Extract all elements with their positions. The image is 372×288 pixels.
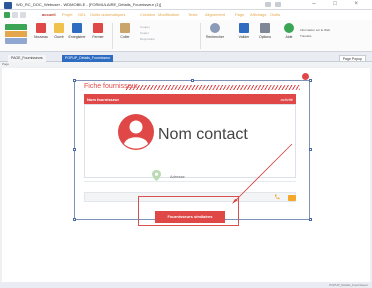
page-label: Page — [2, 62, 10, 66]
tab-projet[interactable]: Projet — [62, 12, 72, 17]
search-icon — [210, 23, 220, 33]
title-hatch-decoration — [126, 85, 300, 90]
activity-label: activité — [280, 97, 293, 102]
mail-icon[interactable] — [288, 195, 296, 201]
tab-page[interactable]: Page — [235, 12, 244, 17]
doc-tab-page-fournisseurs[interactable]: PAGE_Fournisseurs — [8, 55, 46, 62]
resize-handle[interactable] — [309, 148, 312, 151]
page-properties-dropdown[interactable]: Page Popup — [338, 55, 366, 62]
resize-handle[interactable] — [73, 79, 76, 82]
open-label: Ouvrir — [54, 35, 64, 39]
resize-handle[interactable] — [73, 148, 76, 151]
similar-suppliers-button[interactable]: Fournisseurs similaires — [155, 211, 225, 223]
reproduce-button[interactable]: Reproduire — [140, 37, 155, 41]
tutorials-link[interactable]: Tutoriels — [300, 34, 311, 38]
tab-affichage[interactable]: Affichage — [250, 12, 267, 17]
settings-icon[interactable] — [275, 2, 281, 7]
window-controls[interactable]: – □ × — [312, 1, 366, 7]
resize-handle[interactable] — [73, 218, 76, 221]
tab-outils[interactable]: Outils — [270, 12, 280, 17]
status-text: POPUP_Détails_Fournisseur — [329, 283, 368, 287]
user-icon[interactable] — [265, 2, 271, 7]
search-button[interactable]: Rechercher — [204, 23, 226, 39]
quick-tools-icon — [5, 24, 27, 44]
new-button[interactable]: Nouveau — [32, 23, 50, 39]
app-logo-icon — [4, 2, 12, 9]
address-label: Adresse — [170, 174, 185, 179]
window-title: WD_RC_DOC_Webuser - WDMOBILE - [FORMULAI… — [16, 2, 162, 7]
divider — [84, 181, 296, 182]
quick-save-icon[interactable] — [20, 12, 26, 18]
tab-alignement[interactable]: Alignement — [205, 12, 225, 17]
tab-accueil[interactable]: accueil — [42, 12, 56, 17]
help-label: Aide — [285, 35, 293, 39]
ribbon-panel: Nouveau Ouvrir Enregistrer Fermer Coller… — [0, 20, 372, 52]
paste-button[interactable]: Coller — [118, 23, 132, 39]
tab-texte[interactable]: Texte — [188, 12, 198, 17]
contact-name: Nom contact — [158, 126, 248, 143]
doc-tab-popup-details[interactable]: POPUP_Détails_Fournisseur — [62, 55, 114, 62]
new-label: Nouveau — [33, 35, 48, 39]
separator — [200, 23, 201, 49]
popup-close-icon[interactable] — [302, 73, 309, 80]
supplier-header-bar: Nom fournisseur activité — [84, 94, 296, 104]
copy-button[interactable]: Copier — [140, 31, 149, 35]
phone-icon[interactable] — [274, 194, 280, 200]
close-doc-button[interactable]: Fermer — [90, 23, 106, 39]
options-label: Options — [258, 35, 272, 39]
separator — [112, 23, 113, 49]
tab-gel[interactable]: GEL — [78, 12, 86, 17]
help-button[interactable]: Aide — [282, 23, 296, 39]
status-bar: POPUP_Détails_Fournisseur — [0, 282, 372, 288]
clipboard-icon — [120, 23, 130, 33]
search-label: Rechercher — [205, 35, 225, 39]
document-tab-bar: PAGE_Fournisseurs POPUP_Détails_Fourniss… — [0, 53, 372, 62]
tab-outils-auto[interactable]: Outils automatiques — [90, 12, 125, 17]
close-icon — [93, 23, 103, 33]
resize-handle[interactable] — [191, 79, 194, 82]
web-info-link[interactable]: Information sur le Web — [300, 28, 330, 32]
close-label: Fermer — [92, 35, 104, 39]
options-button[interactable]: Options — [256, 23, 274, 39]
save-label: Enregistrer — [68, 35, 86, 39]
map-pin-icon — [152, 170, 161, 181]
ribbon-tab-bar: accueil Projet GEL Outils automatiques C… — [0, 10, 372, 20]
resize-handle[interactable] — [309, 218, 312, 221]
open-button[interactable]: Ouvrir — [52, 23, 66, 39]
supplier-name-label: Nom fournisseur — [87, 97, 120, 102]
validate-label: Valider — [238, 35, 250, 39]
folder-icon — [54, 23, 64, 33]
new-icon — [36, 23, 46, 33]
save-button[interactable]: Enregistrer — [66, 23, 88, 39]
paste-label: Coller — [120, 35, 130, 39]
user-avatar-icon — [118, 114, 154, 150]
cut-button[interactable]: Couper — [140, 25, 150, 29]
validate-icon — [239, 23, 249, 33]
quick-toolbar-group — [4, 24, 28, 46]
gear-icon — [260, 23, 270, 33]
save-icon — [72, 23, 82, 33]
tab-modification[interactable]: Modification — [158, 12, 179, 17]
tab-creation[interactable]: Création — [140, 12, 155, 17]
quick-open-icon[interactable] — [12, 12, 18, 18]
quick-new-icon[interactable] — [4, 12, 10, 18]
resize-handle[interactable] — [309, 79, 312, 82]
title-bar: WD_RC_DOC_Webuser - WDMOBILE - [FORMULAI… — [0, 0, 372, 10]
help-icon — [284, 23, 294, 33]
validate-button[interactable]: Valider — [236, 23, 252, 39]
